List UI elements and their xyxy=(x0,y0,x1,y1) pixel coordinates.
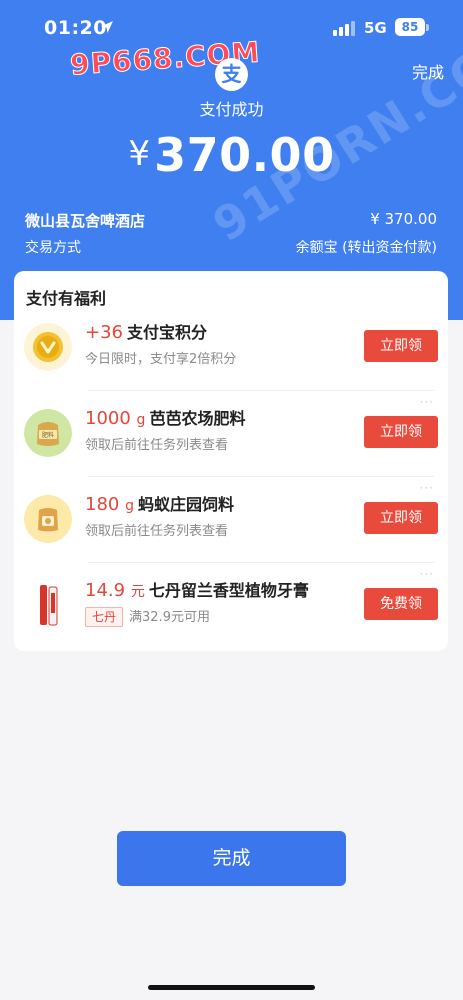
offer-item[interactable]: ··· 14.9 元七丹留兰香型植物牙膏 七丹 满32.9元可用 免费领 xyxy=(14,563,448,649)
alipay-logo-icon: 支 xyxy=(215,58,248,91)
merchant-name: 微山县瓦舍啤酒店 xyxy=(25,212,146,230)
done-link-top[interactable]: 完成 xyxy=(412,59,444,83)
offer-amount: +36 xyxy=(85,322,123,343)
more-options-icon[interactable]: ··· xyxy=(420,481,434,495)
battery-icon: 85 xyxy=(395,18,425,36)
offer-unit: 元 xyxy=(130,584,145,600)
offer-description: 领取后前往任务列表查看 xyxy=(85,524,229,539)
done-button[interactable]: 完成 xyxy=(117,831,346,886)
more-options-icon[interactable]: ··· xyxy=(420,395,434,409)
fertilizer-bag-label: 肥料 xyxy=(42,431,54,439)
feed-bag-icon xyxy=(24,495,72,543)
payment-status: 支付成功 xyxy=(199,100,264,119)
offer-highlight: 180 g xyxy=(85,494,134,515)
offer-title: 1000 g 芭芭农场肥料 xyxy=(85,405,245,429)
alipay-points-coin-icon xyxy=(24,323,72,371)
offer-highlight: +36 xyxy=(85,322,123,343)
location-arrow-icon xyxy=(101,21,113,33)
claim-button[interactable]: 立即领 xyxy=(364,416,438,448)
claim-button[interactable]: 立即领 xyxy=(364,330,438,362)
fertilizer-bag-icon: 肥料 xyxy=(24,409,72,457)
payment-method-label: 交易方式 xyxy=(25,240,81,256)
offer-unit: g xyxy=(136,412,146,428)
home-indicator[interactable] xyxy=(148,985,315,990)
offer-title: +36 支付宝积分 xyxy=(85,319,207,343)
offer-item[interactable]: ··· 180 g 蚂蚁庄园饲料 领取后前往任务列表查看 立即领 xyxy=(14,477,448,563)
offer-highlight: 1000 g xyxy=(85,408,145,429)
merchant-amount: ¥ 370.00 xyxy=(370,210,437,228)
offer-unit: g xyxy=(125,498,134,514)
offer-name: 蚂蚁庄园饲料 xyxy=(137,495,234,514)
offer-name: 芭芭农场肥料 xyxy=(149,409,246,428)
offer-description: 领取后前往任务列表查看 xyxy=(85,438,229,453)
offer-description: 七丹 满32.9元可用 xyxy=(85,606,210,627)
offer-item[interactable]: +36 支付宝积分 今日限时，支付享2倍积分 立即领 xyxy=(14,305,448,391)
signal-bars-icon xyxy=(333,21,355,36)
offer-amount: 14.9 xyxy=(85,580,126,601)
amount-value: 370.00 xyxy=(154,128,335,182)
offer-highlight: 14.9 元 xyxy=(85,580,145,601)
offer-amount: 1000 xyxy=(85,408,131,429)
free-claim-button[interactable]: 免费领 xyxy=(364,588,438,620)
offer-description: 今日限时，支付享2倍积分 xyxy=(85,352,237,367)
currency-symbol: ¥ xyxy=(128,134,151,174)
clock: 01:20 xyxy=(44,17,107,39)
offer-item[interactable]: ··· 肥料 1000 g 芭芭农场肥料 领取后前往任务列表查看 立即领 xyxy=(14,391,448,477)
offer-title: 14.9 元七丹留兰香型植物牙膏 xyxy=(85,577,309,601)
offer-title: 180 g 蚂蚁庄园饲料 xyxy=(85,491,234,515)
payment-amount: ¥370.00 xyxy=(0,128,463,182)
network-type: 5G xyxy=(364,19,387,37)
toothpaste-icon xyxy=(24,581,72,629)
offer-name: 七丹留兰香型植物牙膏 xyxy=(148,581,309,600)
brand-tag: 七丹 xyxy=(85,607,124,627)
claim-button[interactable]: 立即领 xyxy=(364,502,438,534)
battery-nub xyxy=(426,24,429,31)
more-options-icon[interactable]: ··· xyxy=(420,567,434,581)
offer-condition: 满32.9元可用 xyxy=(129,610,210,625)
payment-method-value: 余额宝 (转出资金付款) xyxy=(295,240,437,256)
benefits-card: 支付有福利 +36 支付宝积分 今日限时，支付享2倍积分 立即领 ··· 肥料 1… xyxy=(14,271,448,651)
offer-name: 支付宝积分 xyxy=(127,323,208,342)
offer-amount: 180 xyxy=(85,494,120,515)
